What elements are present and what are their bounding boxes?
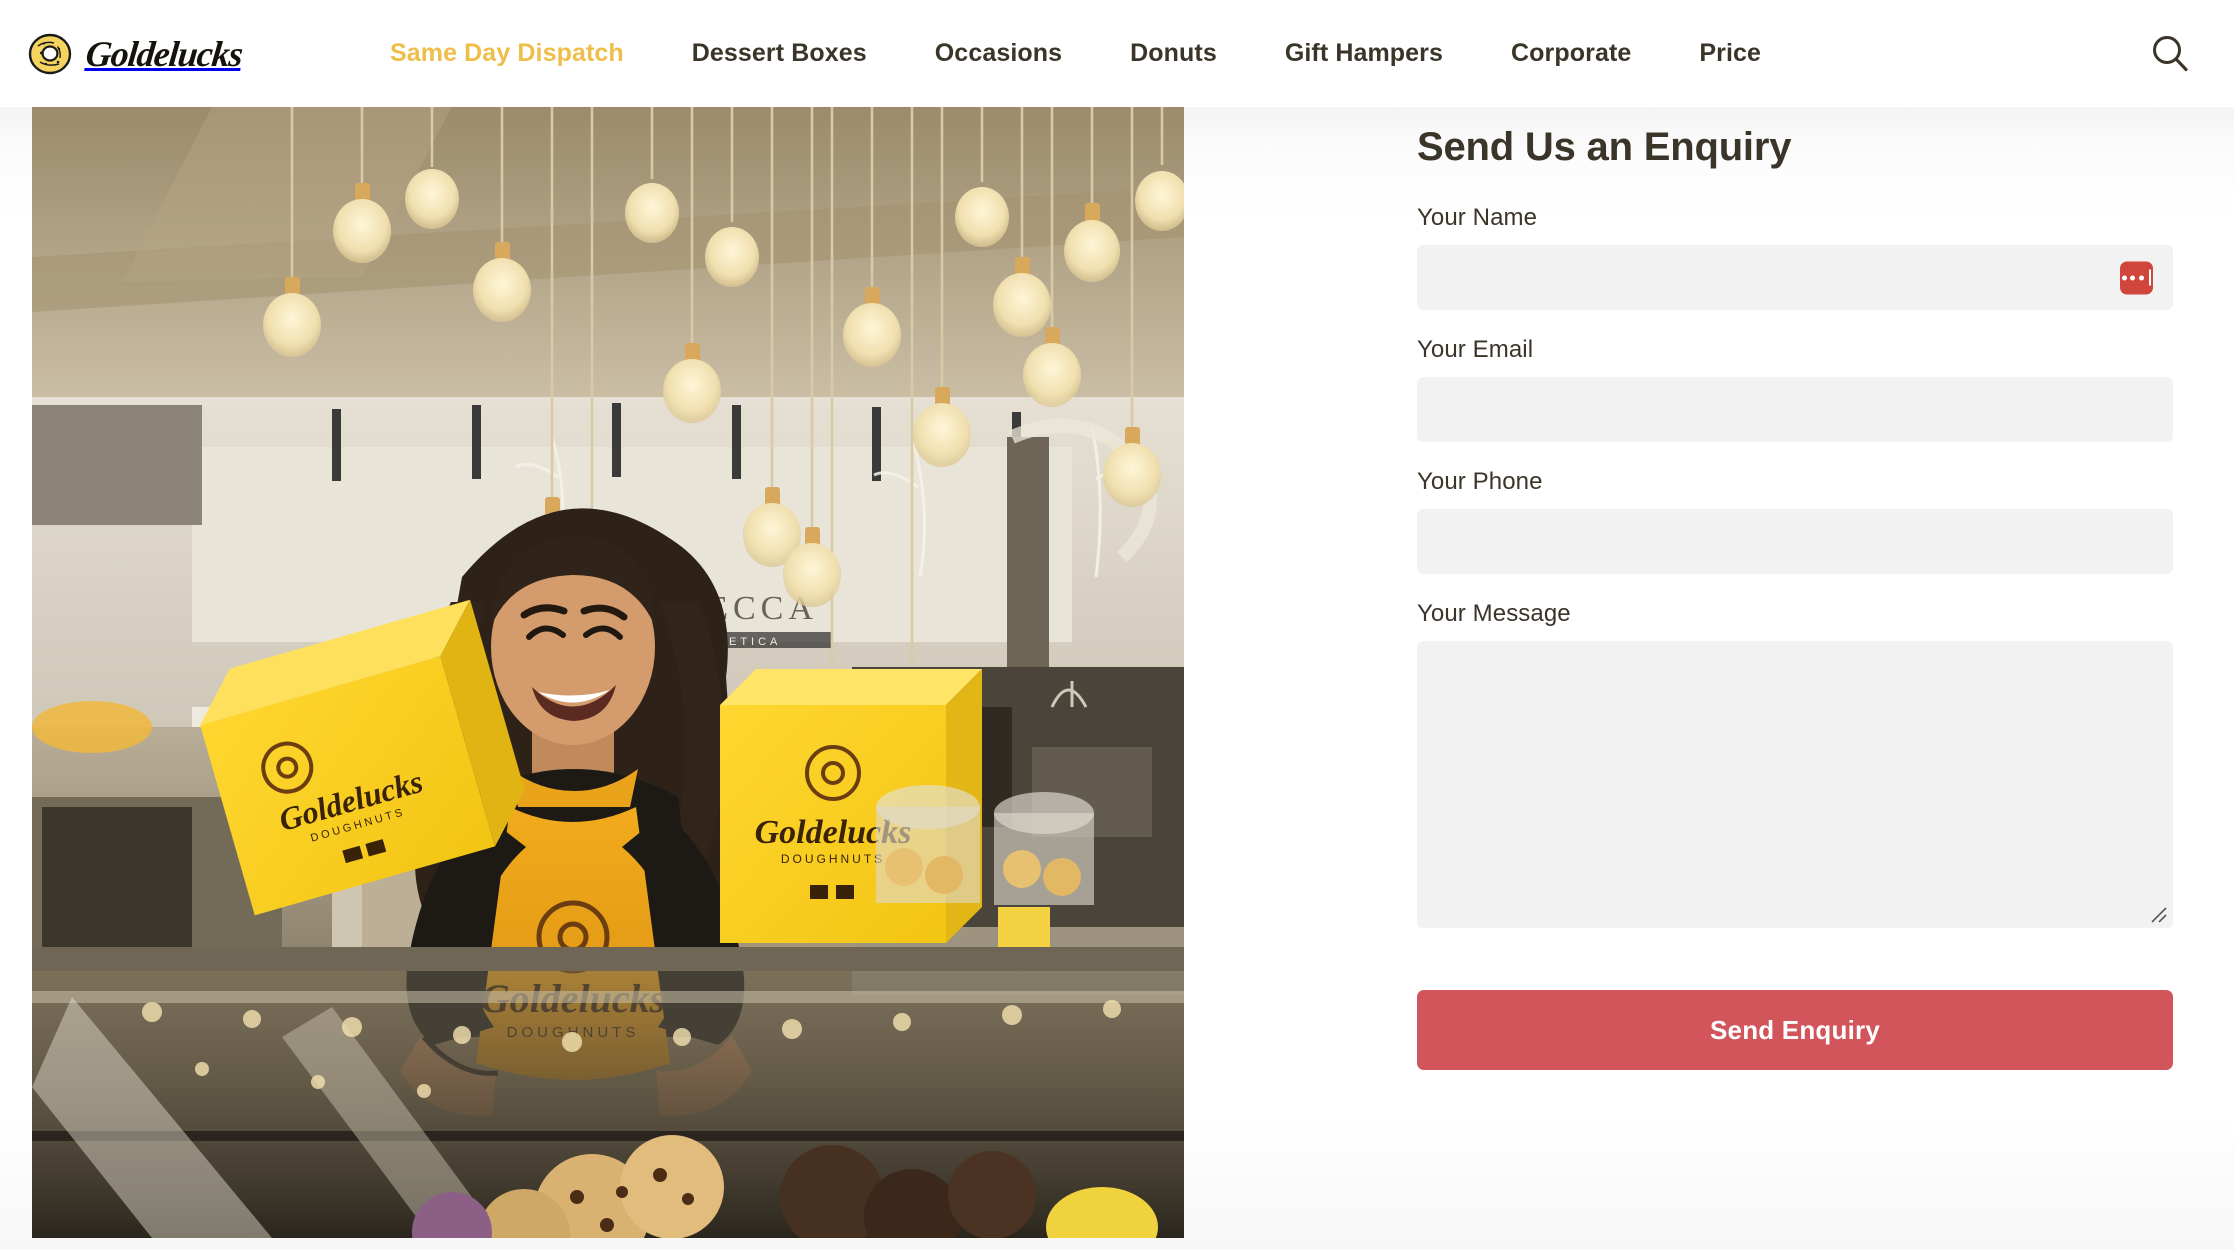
svg-text:DOUGHNUTS: DOUGHNUTS	[781, 852, 885, 866]
primary-nav: Same Day Dispatch Dessert Boxes Occasion…	[356, 39, 2124, 68]
hero-photo: MAX&Co. MECCA COSMETICA Restrooms	[32, 107, 1184, 1238]
your-email-input[interactable]	[1417, 377, 2173, 442]
lastpass-cursor	[2149, 269, 2152, 286]
enquiry-form: Send Us an Enquiry Your Name Your Email …	[1417, 107, 2173, 1070]
field-wrapper-your-phone	[1417, 509, 2173, 574]
enquiry-form-title: Send Us an Enquiry	[1417, 125, 1792, 169]
field-label-your-phone: Your Phone	[1417, 468, 1543, 495]
your-phone-input[interactable]	[1417, 509, 2173, 574]
nav-item-donuts[interactable]: Donuts	[1096, 39, 1251, 68]
lastpass-dot	[2121, 275, 2127, 280]
field-wrapper-your-message	[1417, 641, 2173, 928]
field-wrapper-your-email	[1417, 377, 2173, 442]
field-your-email: Your Email	[1417, 336, 2173, 442]
brand-wordmark: Goldelucks	[83, 33, 245, 74]
nav-item-dessert-boxes[interactable]: Dessert Boxes	[658, 39, 901, 68]
field-label-your-email: Your Email	[1417, 336, 1534, 363]
lastpass-dot	[2130, 275, 2136, 280]
nav-item-price[interactable]: Price	[1665, 39, 1795, 68]
your-name-input[interactable]	[1417, 245, 2173, 310]
nav-item-same-day-dispatch[interactable]: Same Day Dispatch	[356, 39, 658, 68]
field-wrapper-your-name	[1417, 245, 2173, 310]
field-your-name: Your Name	[1417, 204, 2173, 310]
field-your-message: Your Message	[1417, 600, 2173, 928]
lastpass-icon[interactable]	[2120, 261, 2153, 294]
brand-logo-link[interactable]: Goldelucks	[28, 32, 245, 76]
field-your-phone: Your Phone	[1417, 468, 2173, 574]
send-enquiry-button[interactable]: Send Enquiry	[1417, 990, 2173, 1070]
field-label-your-message: Your Message	[1417, 600, 1571, 627]
lastpass-dot	[2138, 275, 2144, 280]
nav-item-occasions[interactable]: Occasions	[901, 39, 1096, 68]
search-icon[interactable]	[2146, 30, 2194, 78]
your-message-textarea[interactable]	[1417, 641, 2173, 928]
site-header: Goldelucks Same Day Dispatch Dessert Box…	[0, 0, 2234, 107]
field-label-your-name: Your Name	[1417, 204, 1538, 231]
nav-item-gift-hampers[interactable]: Gift Hampers	[1251, 39, 1477, 68]
nav-item-corporate[interactable]: Corporate	[1477, 39, 1665, 68]
page-body: MAX&Co. MECCA COSMETICA Restrooms	[0, 107, 2234, 1250]
donut-logo-icon	[28, 32, 72, 76]
